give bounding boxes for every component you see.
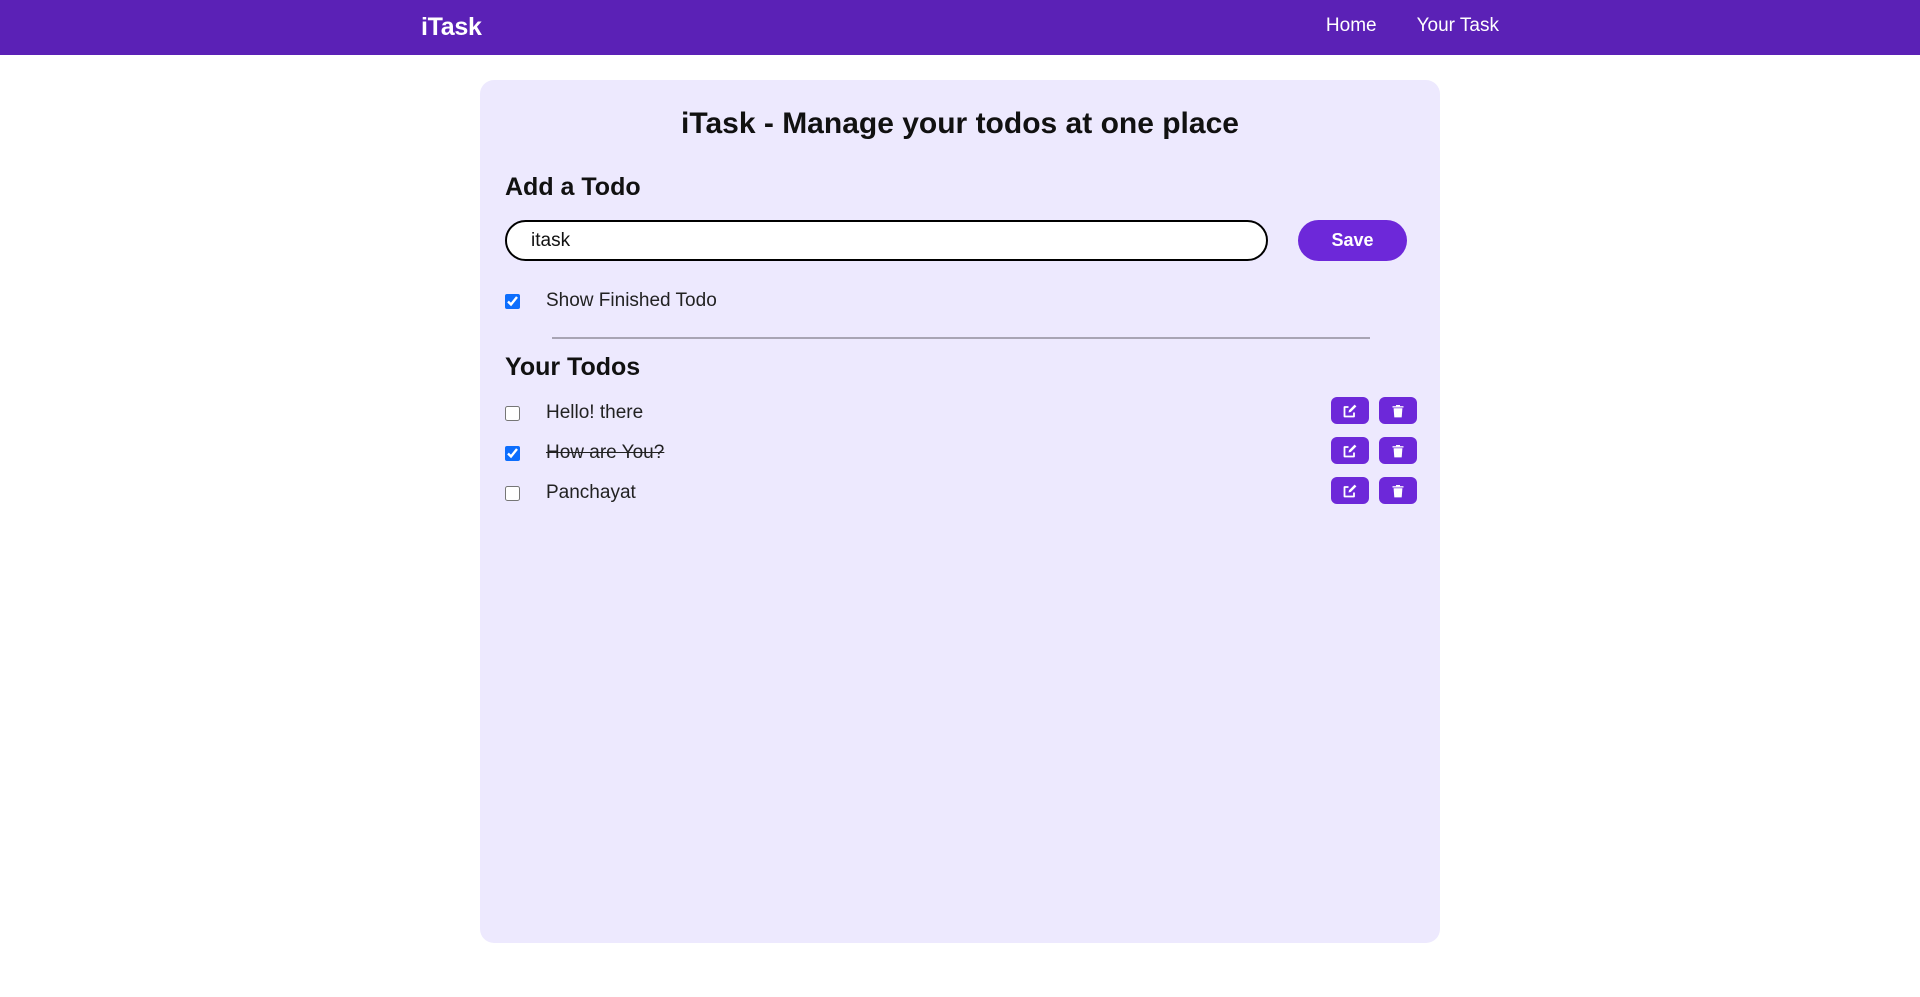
nav-your-task-link[interactable]: Your Task bbox=[1417, 15, 1499, 37]
show-finished-label: Show Finished Todo bbox=[546, 290, 717, 311]
todo-checkbox[interactable] bbox=[505, 485, 520, 501]
edit-button[interactable] bbox=[1331, 437, 1369, 464]
todo-card: iTask - Manage your todos at one place A… bbox=[480, 80, 1440, 943]
nav-links: Home Your Task bbox=[1326, 15, 1499, 37]
edit-icon bbox=[1343, 484, 1357, 497]
add-todo-heading: Add a Todo bbox=[505, 173, 641, 201]
your-todos-heading: Your Todos bbox=[505, 353, 641, 381]
todo-checkbox[interactable] bbox=[505, 445, 520, 461]
delete-button[interactable] bbox=[1379, 477, 1417, 504]
todo-text: Hello! there bbox=[546, 402, 644, 423]
todo-item: Panchayat bbox=[505, 473, 1417, 513]
todo-checkbox[interactable] bbox=[505, 405, 520, 421]
todo-actions bbox=[1331, 477, 1417, 504]
todo-text: Panchayat bbox=[546, 482, 636, 503]
nav-home-link[interactable]: Home bbox=[1326, 15, 1377, 37]
edit-icon bbox=[1343, 444, 1357, 457]
navbar: iTask Home Your Task bbox=[0, 0, 1920, 55]
trash-icon bbox=[1392, 484, 1404, 497]
save-button[interactable]: Save bbox=[1298, 220, 1407, 261]
edit-icon bbox=[1343, 404, 1357, 417]
todo-input[interactable] bbox=[505, 220, 1268, 261]
todo-item: Hello! there bbox=[505, 393, 1417, 433]
delete-button[interactable] bbox=[1379, 437, 1417, 464]
trash-icon bbox=[1392, 444, 1404, 457]
todo-text: How are You? bbox=[546, 442, 665, 463]
show-finished-toggle: Show Finished Todo bbox=[505, 290, 717, 312]
edit-button[interactable] bbox=[1331, 397, 1369, 424]
todo-list: Hello! there How are You? Panchayat bbox=[505, 393, 1417, 513]
edit-button[interactable] bbox=[1331, 477, 1369, 504]
todo-item: How are You? bbox=[505, 433, 1417, 473]
delete-button[interactable] bbox=[1379, 397, 1417, 424]
divider bbox=[552, 337, 1370, 339]
show-finished-checkbox[interactable] bbox=[505, 293, 520, 309]
page-title: iTask - Manage your todos at one place bbox=[681, 107, 1239, 140]
todo-actions bbox=[1331, 397, 1417, 424]
todo-actions bbox=[1331, 437, 1417, 464]
brand-logo[interactable]: iTask bbox=[421, 13, 482, 42]
trash-icon bbox=[1392, 404, 1404, 417]
